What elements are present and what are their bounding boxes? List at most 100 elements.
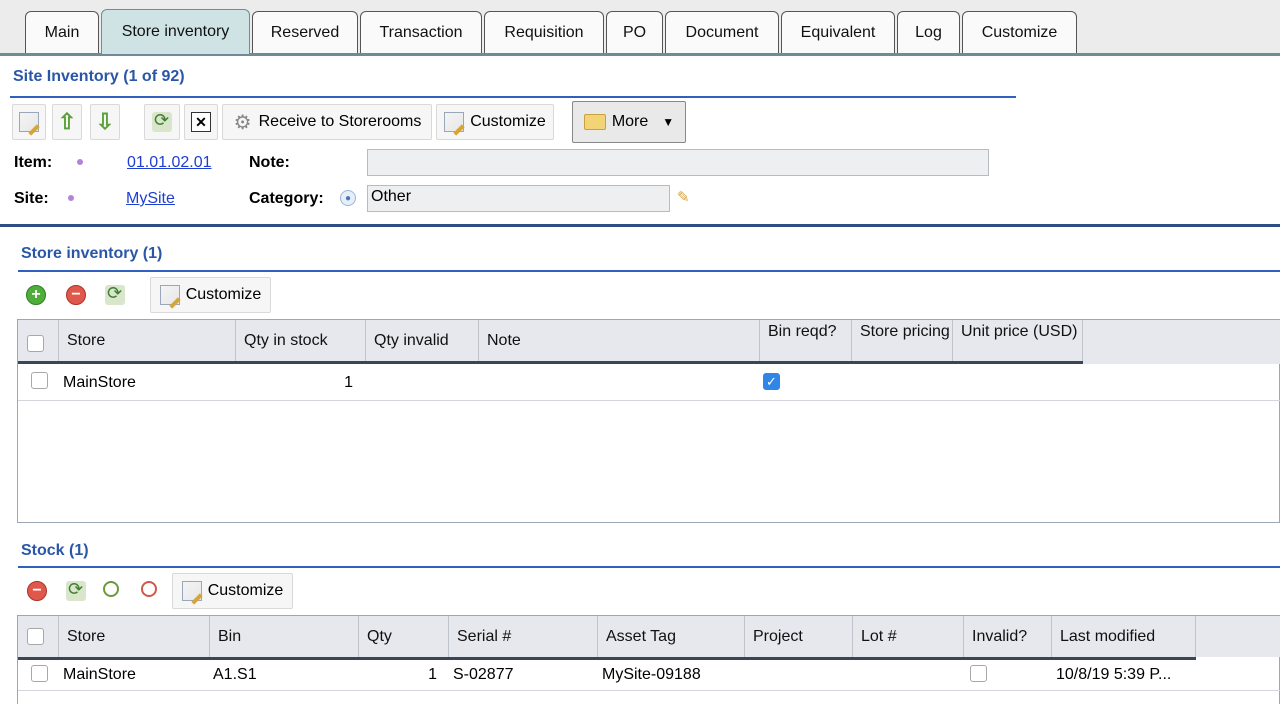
header-qty[interactable]: Qty [359, 616, 449, 657]
edit-icon [19, 112, 39, 132]
header-serial[interactable]: Serial # [449, 616, 598, 657]
close-button[interactable]: ✕ [184, 104, 218, 140]
refresh-button[interactable] [60, 573, 92, 609]
remove-icon: − [27, 581, 47, 601]
header-store-pricing[interactable]: Store pricing [852, 320, 953, 361]
tab-log[interactable]: Log [897, 11, 960, 53]
note-field[interactable] [367, 149, 989, 176]
cell-last-modified: 10/8/19 5:39 P... [1056, 666, 1172, 683]
customize-label: Customize [207, 582, 284, 599]
tab-document[interactable]: Document [665, 11, 779, 53]
row-divider [18, 400, 1280, 401]
refresh-button[interactable] [144, 104, 180, 140]
zoom-icon [103, 581, 119, 597]
store-inventory-grid: Store Qty in stock Qty invalid Note Bin … [17, 319, 1280, 523]
select-all-checkbox[interactable] [27, 335, 44, 352]
move-down-button[interactable]: ⇩ [90, 104, 120, 140]
stock-title: Stock (1) [21, 542, 89, 559]
cell-store: MainStore [63, 374, 136, 391]
header-qty-invalid[interactable]: Qty invalid [366, 320, 479, 361]
table-row[interactable]: MainStore 1 ✓ [18, 364, 1280, 400]
header-project[interactable]: Project [745, 616, 853, 657]
tab-label: Document [685, 23, 759, 41]
site-inventory-toolbar: ⇧ ⇩ ✕ ⚙ Receive to Storerooms Customize … [12, 101, 712, 143]
header-invalid[interactable]: Invalid? [964, 616, 1052, 657]
header-select [18, 616, 59, 657]
header-store[interactable]: Store [59, 616, 210, 657]
required-dot-icon [68, 195, 74, 201]
row-checkbox[interactable] [31, 665, 48, 682]
find-button[interactable] [98, 573, 128, 609]
tab-label: Requisition [504, 23, 584, 41]
receive-to-storerooms-button[interactable]: ⚙ Receive to Storerooms [222, 104, 432, 140]
tab-label: Main [44, 23, 80, 41]
header-note[interactable]: Note [479, 320, 760, 361]
stock-grid: Store Bin Qty Serial # Asset Tag Project… [17, 615, 1280, 704]
tab-label: Equivalent [800, 23, 876, 41]
section-divider [0, 224, 1280, 227]
header-last-modified[interactable]: Last modified [1052, 616, 1196, 657]
tab-requisition[interactable]: Requisition [484, 11, 604, 53]
tab-strip: Main Store inventory Reserved Transactio… [0, 0, 1280, 56]
header-lot[interactable]: Lot # [853, 616, 964, 657]
clear-find-button[interactable] [136, 573, 166, 609]
remove-stock-button[interactable]: − [22, 573, 52, 609]
refresh-icon [105, 283, 125, 305]
cell-qty-in-stock: 1 [344, 374, 353, 391]
more-label: More [611, 113, 649, 130]
category-field[interactable]: Other [367, 185, 670, 212]
section-rule [18, 566, 1280, 568]
header-asset-tag[interactable]: Asset Tag [598, 616, 745, 657]
header-qty-in-stock[interactable]: Qty in stock [236, 320, 366, 361]
tab-customize[interactable]: Customize [962, 11, 1077, 53]
tab-store-inventory[interactable]: Store inventory [101, 9, 250, 54]
table-row[interactable]: MainStore A1.S1 1 S-02877 MySite-09188 1… [18, 660, 1280, 690]
add-icon: + [26, 285, 46, 305]
customize-button[interactable]: Customize [172, 573, 293, 609]
select-all-checkbox[interactable] [27, 628, 44, 645]
required-dot-icon [77, 159, 83, 165]
customize-label: Customize [470, 113, 546, 130]
cell-asset-tag: MySite-09188 [602, 666, 701, 683]
section-rule [18, 270, 1280, 272]
customize-button[interactable]: Customize [436, 104, 554, 140]
stock-toolbar: − Customize [22, 573, 322, 609]
tab-reserved[interactable]: Reserved [252, 11, 358, 53]
header-unit-price[interactable]: Unit price (USD) [953, 320, 1083, 361]
header-bin-reqd[interactable]: Bin reqd? [760, 320, 852, 361]
tab-transaction[interactable]: Transaction [360, 11, 482, 53]
remove-icon: − [66, 285, 86, 305]
grid-header: Store Bin Qty Serial # Asset Tag Project… [18, 616, 1196, 660]
add-store-button[interactable]: + [20, 277, 52, 313]
tab-label: Store inventory [121, 23, 230, 40]
item-label: Item: [14, 154, 53, 171]
tab-po[interactable]: PO [606, 11, 663, 53]
pencil-icon[interactable]: ✎ [677, 188, 690, 206]
move-up-button[interactable]: ⇧ [52, 104, 82, 140]
close-icon: ✕ [191, 112, 211, 132]
header-store[interactable]: Store [59, 320, 236, 361]
info-icon: ● [340, 190, 356, 206]
row-divider [18, 690, 1280, 691]
tab-label: Transaction [379, 23, 463, 41]
more-menu-button[interactable]: More ▼ [572, 101, 686, 143]
tab-label: PO [622, 23, 647, 41]
site-link[interactable]: MySite [126, 190, 175, 208]
refresh-button[interactable] [98, 277, 132, 313]
edit-button[interactable] [12, 104, 46, 140]
arrow-up-icon: ⇧ [57, 109, 77, 134]
row-checkbox[interactable] [31, 372, 48, 389]
header-bin[interactable]: Bin [210, 616, 359, 657]
folder-icon [583, 114, 606, 130]
tab-main[interactable]: Main [25, 11, 99, 53]
tab-equivalent[interactable]: Equivalent [781, 11, 895, 53]
cell-serial: S-02877 [453, 666, 514, 683]
remove-store-button[interactable]: − [60, 277, 92, 313]
invalid-checkbox[interactable] [970, 665, 987, 682]
store-inventory-toolbar: + − Customize [20, 277, 320, 313]
grid-header-filler [1196, 616, 1280, 657]
bin-reqd-checkbox[interactable]: ✓ [763, 373, 780, 390]
zoom-clear-icon [141, 581, 157, 597]
customize-button[interactable]: Customize [150, 277, 271, 313]
item-link[interactable]: 01.01.02.01 [127, 154, 212, 172]
